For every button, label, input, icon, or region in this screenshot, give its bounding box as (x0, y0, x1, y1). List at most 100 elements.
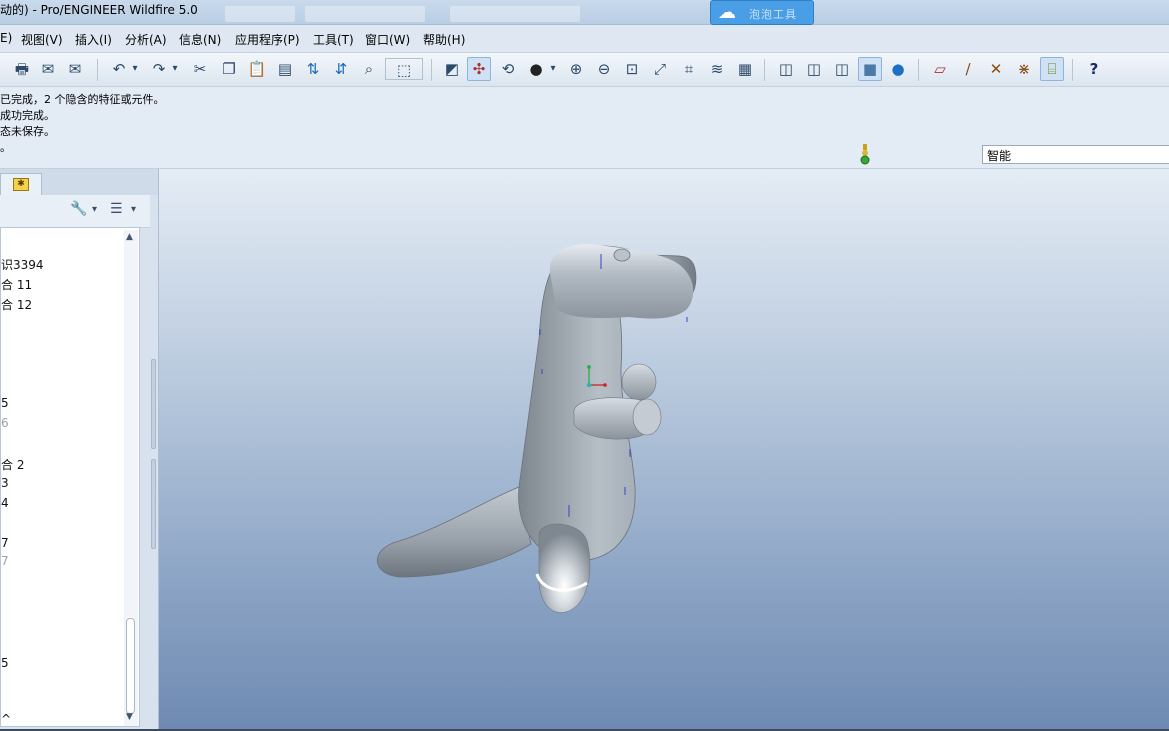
window-title: 动的) - Pro/ENGINEER Wildfire 5.0 (0, 3, 198, 17)
toolbar-separator (918, 59, 919, 81)
cloud-icon: ☁ (718, 2, 736, 23)
menu-insert[interactable]: 插入(I) (75, 31, 112, 48)
show-dropdown-icon[interactable]: ▾ (131, 204, 136, 215)
model-tree: 识3394 合 11 合 12 5 6 合 2 3 4 7 7 5 ^ ▲ ▼ (0, 227, 140, 727)
appearance-dropdown-icon[interactable]: ▾ (546, 57, 560, 81)
copy-icon[interactable]: ❐ (217, 57, 241, 81)
toolbar-separator (431, 59, 432, 81)
tree-item[interactable]: 5 (1, 656, 9, 670)
scroll-thumb[interactable] (126, 618, 135, 714)
select-box-icon[interactable]: ⬚ (385, 58, 423, 80)
regenerate-icon[interactable]: ⇅ (301, 57, 325, 81)
toolbar-separator (764, 59, 765, 81)
redo-dropdown-icon[interactable]: ▾ (168, 57, 182, 81)
splitter-grip[interactable] (151, 459, 156, 549)
tree-item[interactable]: 4 (1, 496, 9, 510)
message-area: 已完成，2 个隐含的特征或元件。 成功完成。 态未保存。 。 智能 (0, 87, 1169, 169)
refit-icon[interactable]: ⊡ (620, 57, 644, 81)
background-tab (450, 6, 580, 22)
status-light-icon (860, 144, 870, 165)
tab-folder-browser[interactable]: ✱ (0, 173, 42, 195)
annotations-icon[interactable]: ⌸ (1040, 57, 1064, 81)
tree-item[interactable]: 7 (1, 536, 9, 550)
menu-bar: E) 视图(V) 插入(I) 分析(A) 信息(N) 应用程序(P) 工具(T)… (0, 25, 1169, 53)
zoom-out-icon[interactable]: ⊖ (592, 57, 616, 81)
menu-tools[interactable]: 工具(T) (313, 31, 354, 48)
settings-dropdown-icon[interactable]: ▾ (92, 204, 97, 215)
tree-scrollbar[interactable]: ▲ ▼ (124, 230, 138, 726)
menu-info[interactable]: 信息(N) (179, 31, 221, 48)
appearance-icon[interactable]: ● (524, 57, 548, 81)
hidden-line-icon[interactable]: ◫ (802, 57, 826, 81)
repaint-icon[interactable]: ◩ (440, 57, 464, 81)
enhanced-realism-icon[interactable]: ● (886, 57, 910, 81)
menu-help[interactable]: 帮助(H) (423, 31, 465, 48)
tree-item[interactable]: 合 2 (1, 456, 24, 473)
csys-icon[interactable]: ⋇ (1012, 57, 1036, 81)
main-toolbar: 🖶 ✉ ✉ ↶ ▾ ↷ ▾ ✂ ❐ 📋 ▤ ⇅ ⇵ ⌕ ⬚ ◩ ✣ ⟲ ● ▾ … (0, 53, 1169, 87)
folder-star-icon: ✱ (13, 178, 29, 191)
message-line: 态未保存。 (0, 125, 55, 138)
panel-tabs: ✱ (0, 169, 158, 195)
menu-analysis[interactable]: 分析(A) (125, 31, 167, 48)
paste-special-icon[interactable]: ▤ (273, 57, 297, 81)
undo-dropdown-icon[interactable]: ▾ (128, 57, 142, 81)
navigator-panel: ✱ 🔧 ▾ ☰ ▾ 识3394 合 11 合 12 5 6 合 2 3 4 7 … (0, 169, 159, 731)
tree-item[interactable]: 7 (1, 554, 9, 568)
toolbar-separator (1072, 59, 1073, 81)
dinosaur-tail (376, 486, 532, 578)
datum-points-icon[interactable]: ✕ (984, 57, 1008, 81)
regenerate-manager-icon[interactable]: ⇵ (329, 57, 353, 81)
wireframe-icon[interactable]: ◫ (774, 57, 798, 81)
menu-apps[interactable]: 应用程序(P) (235, 31, 300, 48)
menu-view[interactable]: 视图(V) (21, 31, 63, 48)
tree-item[interactable]: 合 11 (1, 276, 32, 293)
splitter-grip[interactable] (151, 359, 156, 449)
cloud-badge-label: 泡泡工具 (749, 8, 797, 21)
find-icon[interactable]: ⌕ (357, 57, 381, 81)
tree-item[interactable]: 识3394 (1, 256, 44, 273)
datum-planes-icon[interactable]: ▱ (928, 57, 952, 81)
scroll-up-icon[interactable]: ▲ (126, 232, 133, 242)
orient-mode-icon[interactable]: ⟲ (496, 57, 520, 81)
context-help-icon[interactable]: ? (1082, 57, 1106, 81)
dinosaur-leg (535, 523, 591, 613)
zoom-in-icon[interactable]: ⊕ (564, 57, 588, 81)
panel-splitter[interactable] (150, 359, 157, 549)
no-hidden-icon[interactable]: ◫ (830, 57, 854, 81)
graphics-viewport[interactable] (159, 169, 1169, 729)
tree-item[interactable]: ^ (1, 712, 11, 726)
print-icon[interactable]: 🖶 (10, 57, 34, 81)
menu-edit[interactable]: E) (0, 31, 12, 45)
menu-window[interactable]: 窗口(W) (365, 31, 410, 48)
tree-item[interactable]: 3 (1, 476, 9, 490)
cloud-tool-badge[interactable]: ☁ 泡泡工具 (710, 0, 814, 25)
dinosaur-model[interactable] (159, 169, 1169, 729)
datum-axes-icon[interactable]: ∕ (956, 57, 980, 81)
spin-center-icon[interactable]: ✣ (467, 57, 491, 81)
cut-icon[interactable]: ✂ (188, 57, 212, 81)
message-line: 成功完成。 (0, 109, 55, 122)
send-mail-icon[interactable]: ✉ (36, 57, 60, 81)
settings-tools-icon[interactable]: 🔧 (70, 201, 87, 217)
tree-item[interactable]: 5 (1, 396, 9, 410)
selection-filter-select[interactable]: 智能 (982, 145, 1169, 164)
layers-icon[interactable]: ≋ (705, 57, 729, 81)
mail-attach-icon[interactable]: ✉ (63, 57, 87, 81)
toolbar-separator (97, 59, 98, 81)
reorient-icon[interactable]: ⤢ (648, 57, 672, 81)
view-manager-icon[interactable]: ▦ (733, 57, 757, 81)
tree-item[interactable]: 6 (1, 416, 9, 430)
model-tree-toolbar: 🔧 ▾ ☰ ▾ (0, 195, 150, 228)
paste-icon[interactable]: 📋 (245, 57, 269, 81)
background-tab (225, 6, 295, 22)
scroll-down-icon[interactable]: ▼ (126, 712, 133, 722)
message-line: 。 (0, 141, 11, 154)
shading-icon[interactable]: ■ (858, 57, 882, 81)
saved-views-icon[interactable]: ⌗ (677, 57, 701, 81)
title-bar: 动的) - Pro/ENGINEER Wildfire 5.0 ☁ 泡泡工具 (0, 0, 1169, 25)
show-options-icon[interactable]: ☰ (110, 201, 123, 217)
tree-item[interactable]: 合 12 (1, 296, 32, 313)
background-tab (305, 6, 425, 22)
message-line: 已完成，2 个隐含的特征或元件。 (0, 93, 165, 106)
